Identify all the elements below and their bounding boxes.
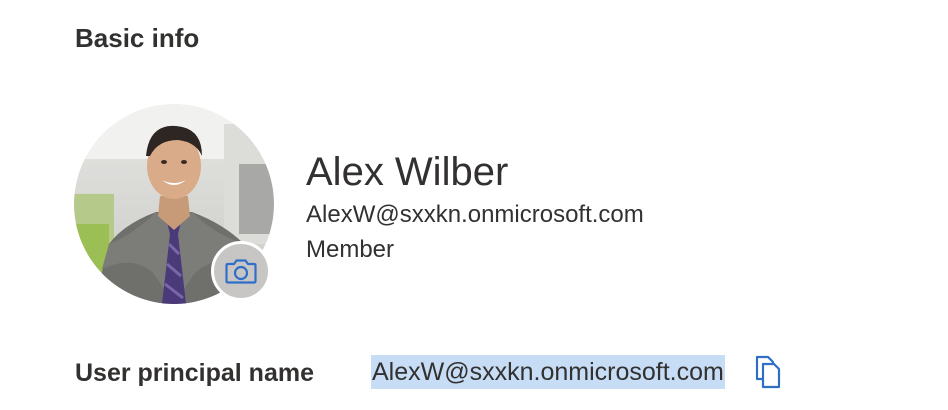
camera-icon xyxy=(225,259,257,284)
user-type: Member xyxy=(306,236,395,263)
section-title: Basic info xyxy=(75,23,200,53)
upn-label: User principal name xyxy=(75,359,314,387)
profile-email: AlexW@sxxkn.onmicrosoft.com xyxy=(306,201,644,228)
avatar-container xyxy=(74,104,274,304)
copy-button[interactable] xyxy=(750,352,786,392)
copy-icon xyxy=(755,355,781,389)
profile-name: Alex Wilber xyxy=(306,150,509,194)
change-photo-button[interactable] xyxy=(211,241,271,301)
upn-value[interactable]: AlexW@sxxkn.onmicrosoft.com xyxy=(371,355,725,389)
